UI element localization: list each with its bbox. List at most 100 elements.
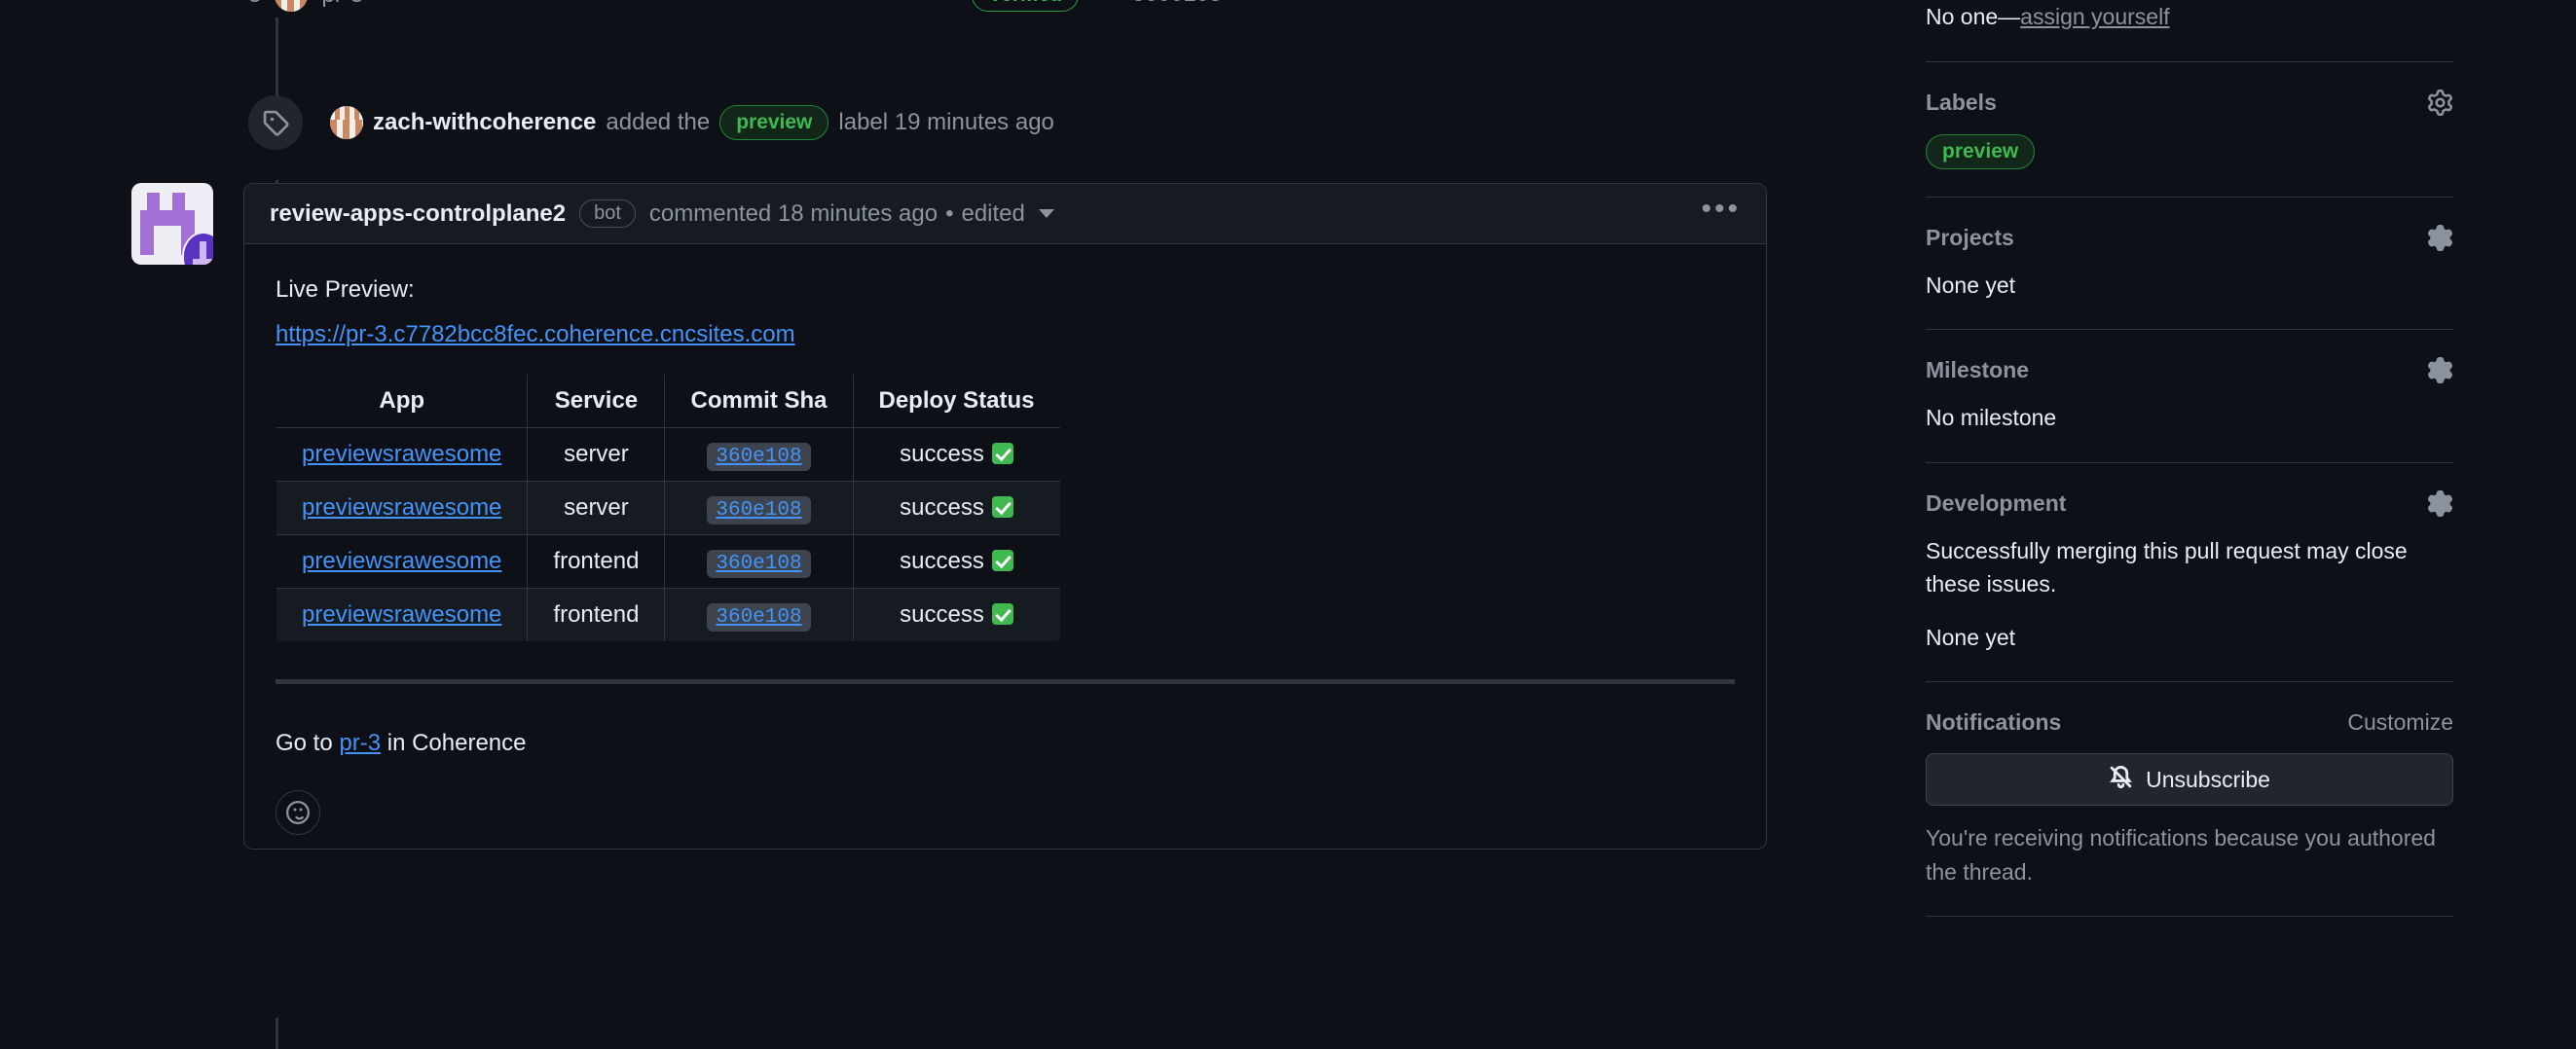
development-header: Development (1926, 489, 2453, 517)
comment-author[interactable]: review-apps-controlplane2 (270, 200, 566, 228)
sha-chip[interactable]: 360e108 (707, 603, 811, 633)
labels-header: Labels (1926, 89, 2453, 116)
development-value: None yet (1926, 624, 2016, 650)
commit-status-group: Verified ✔ 360e108 (972, 0, 1222, 12)
notifications-note: You're receiving notifications because y… (1926, 825, 2436, 885)
divider (1926, 681, 2453, 683)
projects-title: Projects (1926, 224, 2014, 250)
sha-chip[interactable]: 360e108 (707, 550, 811, 579)
pr-link[interactable]: pr-3 (339, 730, 381, 756)
gear-icon[interactable] (2427, 224, 2453, 251)
table-row: previewsrawesome frontend 360e108 succes… (276, 534, 1060, 590)
cell-app: previewsrawesome (276, 534, 529, 590)
cell-sha: 360e108 (664, 481, 854, 536)
status-text: success (900, 601, 984, 629)
footer-line: Go to pr-3 in Coherence (276, 725, 1735, 761)
event-actor[interactable]: zach-withcoherence (373, 109, 596, 136)
commit-title: pr-3 (321, 0, 363, 9)
status-text: success (900, 494, 984, 522)
check-mark-icon (991, 603, 1013, 626)
comment-menu-button[interactable]: ••• (1701, 195, 1741, 226)
unsubscribe-button[interactable]: Unsubscribe (1926, 753, 2453, 807)
assign-yourself-link[interactable]: assign yourself (2020, 4, 2169, 29)
cell-app: previewsrawesome (276, 481, 529, 536)
divider (1926, 461, 2453, 463)
sidebar-section-development: Development Successfully merging this pu… (1926, 489, 2453, 655)
divider (1926, 196, 2453, 198)
app-link[interactable]: previewsrawesome (302, 548, 501, 574)
column-header-commit-sha: Commit Sha (664, 375, 854, 429)
cell-service: frontend (527, 534, 666, 590)
tag-icon (248, 95, 303, 150)
assignees-value: No one—assign yourself (1926, 0, 2453, 34)
gear-icon[interactable] (2427, 489, 2453, 517)
horizontal-rule (276, 679, 1735, 685)
table-header-row: App Service Commit Sha Deploy Status (276, 375, 1060, 429)
github-pr-conversation: 3 pr-3 Verified ✔ 360e108 zach-withcoher… (0, 0, 2576, 1049)
cell-sha: 360e108 (664, 588, 854, 642)
notifications-title: Notifications (1926, 709, 2062, 736)
deploy-status-table: App Service Commit Sha Deploy Status pre… (276, 374, 1061, 643)
sha-chip[interactable]: 360e108 (707, 443, 811, 472)
comment-timestamp[interactable]: commented 18 minutes ago (649, 200, 938, 228)
development-title: Development (1926, 489, 2067, 516)
event-text: zach-withcoherence added the preview lab… (330, 104, 1054, 141)
app-link[interactable]: previewsrawesome (302, 601, 501, 628)
conversation-main-column: 3 pr-3 Verified ✔ 360e108 zach-withcoher… (0, 0, 1908, 1049)
unsubscribe-label: Unsubscribe (2146, 766, 2270, 792)
app-link[interactable]: previewsrawesome (302, 441, 501, 467)
check-mark-icon (991, 443, 1013, 465)
assignees-none-text: No one— (1926, 4, 2021, 29)
cell-status: success (852, 427, 1060, 483)
cell-service: frontend (527, 588, 666, 642)
comment-header: review-apps-controlplane2 bot commented … (244, 184, 1766, 244)
divider (1926, 329, 2453, 331)
cell-app: previewsrawesome (276, 427, 529, 483)
comment-card: review-apps-controlplane2 bot commented … (243, 183, 1767, 850)
edited-label[interactable]: edited (961, 200, 1024, 228)
avatar-bot[interactable] (131, 183, 213, 265)
comment-body: Live Preview: https://pr-3.c7782bcc8fec.… (244, 244, 1766, 849)
notifications-header: Notifications Customize (1926, 709, 2453, 736)
pr-sidebar: No one—assign yourself Labels preview Pr… (1908, 0, 2576, 1049)
milestone-title: Milestone (1926, 357, 2030, 383)
check-mark-icon (991, 496, 1013, 519)
sidebar-section-assignees: No one—assign yourself (1926, 0, 2453, 34)
label-chip-preview[interactable]: preview (1926, 133, 2036, 169)
timeline-rail (276, 1018, 278, 1049)
cell-app: previewsrawesome (276, 588, 529, 642)
live-preview-label: Live Preview: (276, 276, 415, 303)
check-mark-icon (991, 550, 1013, 572)
gear-icon[interactable] (2427, 357, 2453, 384)
cell-status: success (852, 534, 1060, 590)
footer-prefix: Go to (276, 730, 333, 757)
check-success-icon: ✔ (1096, 0, 1114, 8)
projects-header: Projects (1926, 224, 2453, 251)
commit-sha[interactable]: 360e108 (1132, 0, 1222, 8)
customize-link[interactable]: Customize (2347, 709, 2453, 736)
sidebar-section-notifications: Notifications Customize Unsubscribe You'… (1926, 709, 2453, 888)
cell-service: server (527, 427, 666, 483)
chevron-down-icon[interactable] (1038, 209, 1054, 218)
live-preview-url-link[interactable]: https://pr-3.c7782bcc8fec.coherence.cncs… (276, 321, 795, 347)
app-link[interactable]: previewsrawesome (302, 494, 501, 521)
verified-badge[interactable]: Verified (972, 0, 1080, 12)
label-chip-preview[interactable]: preview (719, 104, 829, 141)
avatar[interactable] (330, 106, 363, 139)
gear-icon[interactable] (2427, 89, 2453, 116)
cell-status: success (852, 588, 1060, 642)
divider (1926, 60, 2453, 62)
milestone-header: Milestone (1926, 357, 2453, 384)
bot-badge-label: bot (579, 199, 636, 228)
event-action: added the (606, 109, 711, 135)
table-row: previewsrawesome server 360e108 success (276, 481, 1060, 536)
add-reaction-button[interactable] (276, 790, 320, 836)
status-text: success (900, 441, 984, 468)
sidebar-section-milestone: Milestone No milestone (1926, 357, 2453, 435)
sha-chip[interactable]: 360e108 (707, 496, 811, 525)
projects-value: None yet (1926, 271, 2016, 298)
sidebar-section-projects: Projects None yet (1926, 224, 2453, 303)
divider (1926, 916, 2453, 918)
labels-list: preview (1926, 133, 2453, 169)
